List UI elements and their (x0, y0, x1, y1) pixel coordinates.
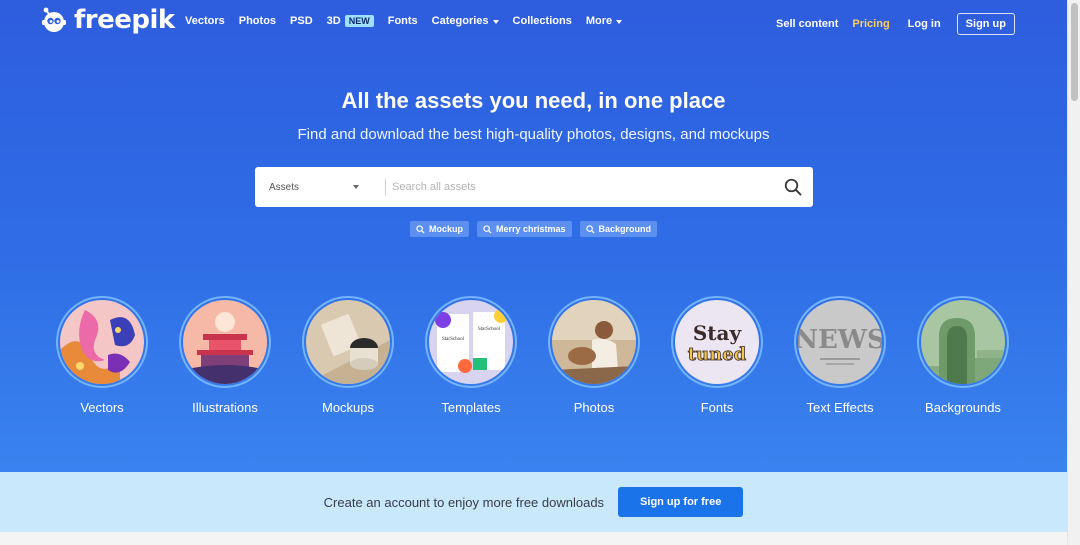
nav-fonts[interactable]: Fonts (388, 15, 418, 27)
pricing-link[interactable]: Pricing (852, 18, 889, 30)
category-photos[interactable]: Photos (544, 296, 644, 415)
photos-thumbnail (552, 300, 636, 384)
brand-name: freepik (74, 5, 175, 35)
category-templates[interactable]: StarSchool StarSchool Templates (421, 296, 521, 415)
nav-collections[interactable]: Collections (513, 15, 572, 27)
main-nav: Vectors Photos PSD 3D NEW Fonts Categori… (185, 15, 636, 27)
category-fonts[interactable]: Stay tuned Fonts (667, 296, 767, 415)
mockups-thumbnail (306, 300, 390, 384)
nav-more-label: More (585, 15, 613, 27)
nav-3d[interactable]: 3D NEW (327, 15, 374, 27)
category-ring (56, 296, 148, 388)
category-label: Templates (441, 400, 501, 415)
page-scrollbar[interactable] (1067, 0, 1080, 545)
freepik-logo[interactable]: freepik (40, 6, 175, 34)
chip-label: Mockup (428, 224, 463, 234)
dropdown-caret-icon (353, 185, 359, 189)
hero-subtitle: Find and download the best high-quality … (297, 126, 770, 143)
signup-button[interactable]: Sign up (956, 13, 1015, 35)
templates-thumbnail: StarSchool StarSchool (429, 300, 513, 384)
signup-banner: Create an account to enjoy more free dow… (0, 472, 1067, 532)
chip-mockup[interactable]: Mockup (409, 221, 469, 237)
category-label: Illustrations (192, 400, 258, 415)
fonts-thumbnail: Stay tuned (675, 300, 759, 384)
freepik-mascot-icon (42, 7, 66, 32)
category-label: Vectors (80, 400, 124, 415)
fonts-line1: Stay (693, 321, 743, 345)
illustrations-thumbnail (183, 300, 267, 384)
template-text-a: StarSchool (442, 337, 465, 342)
category-ring (302, 296, 394, 388)
template-text-b: StarSchool (478, 327, 501, 332)
signup-free-button[interactable]: Sign up for free (618, 487, 744, 517)
hero-section: freepik Vectors Photos PSD 3D NEW Fonts … (0, 0, 1067, 472)
category-label: Backgrounds (925, 400, 1001, 415)
asset-type-value: Assets (269, 181, 300, 193)
chip-label: Merry christmas (495, 224, 566, 234)
category-label: Mockups (321, 400, 375, 415)
category-ring (179, 296, 271, 388)
new-badge: NEW (344, 15, 374, 27)
suggestion-chips: Mockup Merry christmas Background (0, 221, 1067, 237)
chip-background[interactable]: Background (579, 221, 658, 237)
category-ring: StarSchool StarSchool (425, 296, 517, 388)
nav-3d-label: 3D (326, 15, 341, 27)
text-effects-thumbnail: NEWS (798, 300, 882, 384)
category-text-effects[interactable]: NEWS Text Effects (790, 296, 890, 415)
hero-title: All the assets you need, in one place (341, 88, 726, 113)
category-label: Photos (573, 400, 615, 415)
search-bar: Assets (255, 167, 813, 207)
nav-categories-label: Categories (431, 15, 489, 27)
category-backgrounds[interactable]: Backgrounds (913, 296, 1013, 415)
vectors-thumbnail (60, 300, 144, 384)
category-label: Fonts (700, 400, 734, 415)
sell-content-link[interactable]: Sell content (776, 18, 838, 30)
category-ring: NEWS (794, 296, 886, 388)
scrollbar-thumb[interactable] (1071, 3, 1078, 101)
nav-psd[interactable]: PSD (290, 15, 313, 27)
backgrounds-thumbnail (921, 300, 1005, 384)
nav-categories[interactable]: Categories (432, 15, 499, 27)
chip-label: Background (598, 224, 652, 234)
text-effects-word: NEWS (798, 325, 882, 355)
search-icon (483, 224, 492, 234)
page-bottom (0, 532, 1067, 545)
category-label: Text Effects (806, 400, 874, 415)
nav-vectors[interactable]: Vectors (185, 15, 225, 27)
category-mockups[interactable]: Mockups (298, 296, 398, 415)
search-icon[interactable] (783, 177, 803, 197)
category-ring (548, 296, 640, 388)
search-input[interactable] (386, 171, 783, 203)
banner-text: Create an account to enjoy more free dow… (323, 494, 605, 510)
category-vectors[interactable]: Vectors (52, 296, 152, 415)
nav-photos[interactable]: Photos (239, 15, 276, 27)
chip-merry-christmas[interactable]: Merry christmas (476, 221, 572, 237)
category-ring (917, 296, 1009, 388)
nav-more[interactable]: More (585, 15, 623, 27)
chevron-down-icon (492, 19, 499, 24)
chevron-down-icon (616, 19, 623, 24)
account-nav: Sell content Pricing Log in Sign up (776, 13, 1015, 35)
login-link[interactable]: Log in (908, 18, 941, 30)
search-icon (416, 224, 425, 234)
fonts-line2: tuned (688, 344, 747, 365)
asset-type-select[interactable]: Assets (255, 182, 373, 193)
category-illustrations[interactable]: Illustrations (175, 296, 275, 415)
category-ring: Stay tuned (671, 296, 763, 388)
search-icon (585, 224, 595, 234)
